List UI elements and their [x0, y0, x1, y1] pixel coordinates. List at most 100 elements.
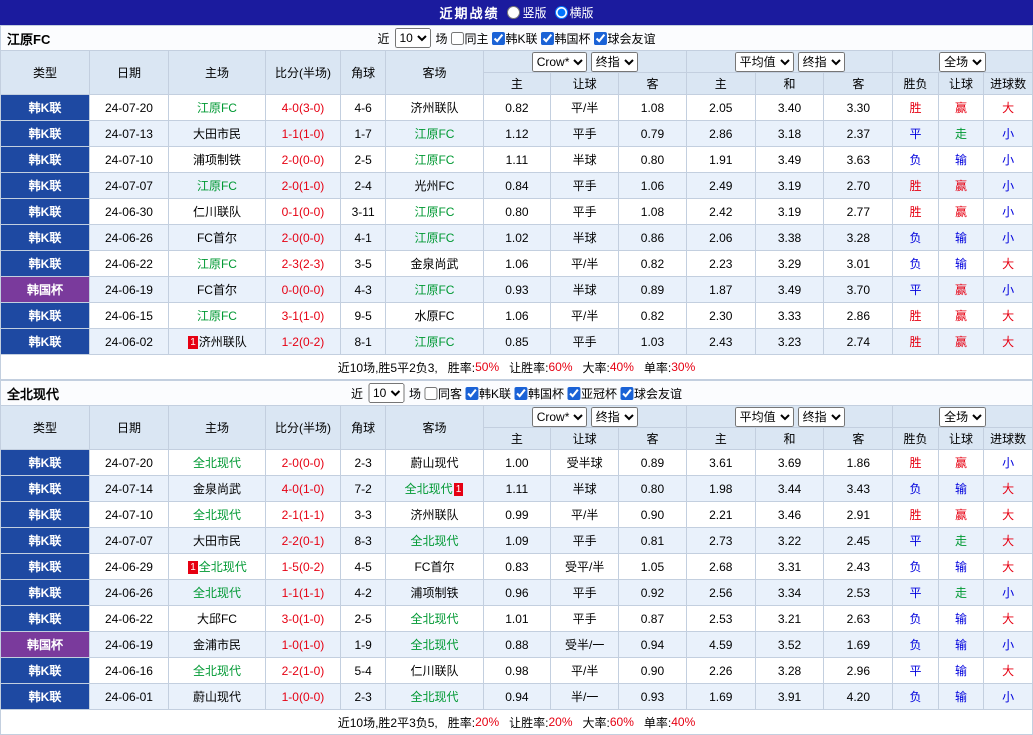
team-label: 蔚山现代	[193, 690, 241, 704]
league-filter[interactable]: 韩K联	[465, 385, 511, 402]
column-header: 类型	[1, 51, 90, 95]
league-checkbox[interactable]	[514, 387, 527, 400]
home-team: 全北现代	[168, 658, 265, 684]
league-filter[interactable]: 球会友谊	[594, 30, 656, 47]
column-header: 客场	[386, 51, 483, 95]
league-checkbox[interactable]	[541, 32, 554, 45]
odds-value: 3.28	[824, 225, 893, 251]
final-odds-select-1[interactable]: 终指	[591, 52, 638, 72]
same-venue-filter[interactable]: 同主	[450, 30, 488, 47]
sub-column-header: 客	[824, 428, 893, 450]
odds-value: 3.21	[755, 606, 824, 632]
odds-value: 半球	[551, 147, 619, 173]
red-card-badge: 1	[454, 483, 464, 496]
league-filter[interactable]: 韩国杯	[514, 385, 564, 402]
odds-value: 0.90	[619, 658, 687, 684]
league-checkbox[interactable]	[594, 32, 607, 45]
outcome-handicap: 输	[938, 225, 984, 251]
home-team: FC首尔	[168, 225, 265, 251]
league-filter[interactable]: 韩K联	[492, 30, 538, 47]
odds-value: 0.82	[483, 95, 551, 121]
column-header: 主场	[168, 51, 265, 95]
score: 2-1(1-1)	[266, 502, 341, 528]
recent-count-select[interactable]: 10	[394, 28, 430, 48]
outcome-goals: 大	[984, 329, 1033, 355]
layout-vertical-radio[interactable]	[507, 6, 520, 19]
outcome-result: 负	[893, 684, 939, 710]
recent-count-select[interactable]: 10	[368, 383, 404, 403]
outcome-handicap: 输	[938, 658, 984, 684]
column-header: 比分(半场)	[266, 51, 341, 95]
column-header: 日期	[90, 51, 169, 95]
home-team: 大田市民	[168, 121, 265, 147]
average-select[interactable]: 平均值	[735, 407, 794, 427]
score: 4-0(3-0)	[266, 95, 341, 121]
same-venue-checkbox[interactable]	[450, 32, 463, 45]
layout-horizontal-option[interactable]: 横版	[555, 4, 594, 21]
full-match-select[interactable]: 全场	[939, 52, 986, 72]
away-team: 全北现代1	[386, 476, 483, 502]
outcome-result: 负	[893, 147, 939, 173]
layout-vertical-option[interactable]: 竖版	[507, 4, 546, 21]
column-header: 主场	[168, 406, 265, 450]
odds-value: 平/半	[551, 251, 619, 277]
odds-value: 0.98	[483, 658, 551, 684]
same-venue-label: 同客	[438, 385, 462, 402]
final-odds-select-2[interactable]: 终指	[798, 52, 845, 72]
match-date: 24-06-02	[90, 329, 169, 355]
home-team: 江原FC	[168, 251, 265, 277]
league-checkbox[interactable]	[620, 387, 633, 400]
league-checkbox[interactable]	[465, 387, 478, 400]
outcome-result: 负	[893, 251, 939, 277]
odds-value: 3.91	[755, 684, 824, 710]
outcome-goals: 小	[984, 277, 1033, 303]
outcome-handicap: 赢	[938, 450, 984, 476]
league-filter[interactable]: 球会友谊	[620, 385, 682, 402]
match-row: 韩K联24-07-20江原FC4-0(3-0)4-6济州联队0.82平/半1.0…	[1, 95, 1033, 121]
odds-value: 平手	[551, 329, 619, 355]
same-venue-filter[interactable]: 同客	[424, 385, 462, 402]
league-checkbox[interactable]	[567, 387, 580, 400]
team-name: 全北现代	[7, 384, 59, 403]
odds-value: 0.94	[483, 684, 551, 710]
same-venue-checkbox[interactable]	[424, 387, 437, 400]
sections-container: 江原FC近10场同主韩K联韩国杯球会友谊类型日期主场比分(半场)角球客场Crow…	[0, 25, 1033, 735]
near-label: 近	[377, 30, 389, 47]
league-checkbox[interactable]	[492, 32, 505, 45]
score: 1-5(0-2)	[266, 554, 341, 580]
league-filter[interactable]: 亚冠杯	[567, 385, 617, 402]
odds-value: 3.23	[755, 329, 824, 355]
score: 1-1(1-0)	[266, 121, 341, 147]
team-label: 全北现代	[410, 638, 458, 652]
bookmaker-select[interactable]: Crow*	[532, 52, 587, 72]
full-match-select[interactable]: 全场	[939, 407, 986, 427]
final-odds-select-1[interactable]: 终指	[591, 407, 638, 427]
odds-value: 3.28	[755, 658, 824, 684]
match-date: 24-06-16	[90, 658, 169, 684]
corner-count: 1-9	[340, 632, 386, 658]
odds-value: 2.73	[686, 528, 755, 554]
odds-value: 2.70	[824, 173, 893, 199]
red-card-badge: 1	[188, 561, 198, 574]
topbar: 近期战绩 竖版 横版	[0, 0, 1033, 25]
bookmaker-select[interactable]: Crow*	[532, 407, 587, 427]
odds-value: 1.87	[686, 277, 755, 303]
league-filter[interactable]: 韩国杯	[541, 30, 591, 47]
odds-value: 0.96	[483, 580, 551, 606]
average-select[interactable]: 平均值	[735, 52, 794, 72]
home-team: 全北现代	[168, 502, 265, 528]
layout-horizontal-radio[interactable]	[555, 6, 568, 19]
table-head: 类型日期主场比分(半场)角球客场Crow*终指平均值终指全场主让球客主和客胜负让…	[1, 406, 1033, 450]
score: 2-0(0-0)	[266, 147, 341, 173]
match-type: 韩K联	[1, 476, 90, 502]
odds-value: 半球	[551, 476, 619, 502]
final-odds-select-2[interactable]: 终指	[798, 407, 845, 427]
team-section-0: 江原FC近10场同主韩K联韩国杯球会友谊类型日期主场比分(半场)角球客场Crow…	[0, 25, 1033, 380]
match-date: 24-07-10	[90, 147, 169, 173]
outcome-goals: 大	[984, 658, 1033, 684]
odds-value: 平手	[551, 528, 619, 554]
odds-value: 2.43	[824, 554, 893, 580]
odds-value: 2.06	[686, 225, 755, 251]
outcome-goals: 大	[984, 502, 1033, 528]
outcome-goals: 大	[984, 554, 1033, 580]
